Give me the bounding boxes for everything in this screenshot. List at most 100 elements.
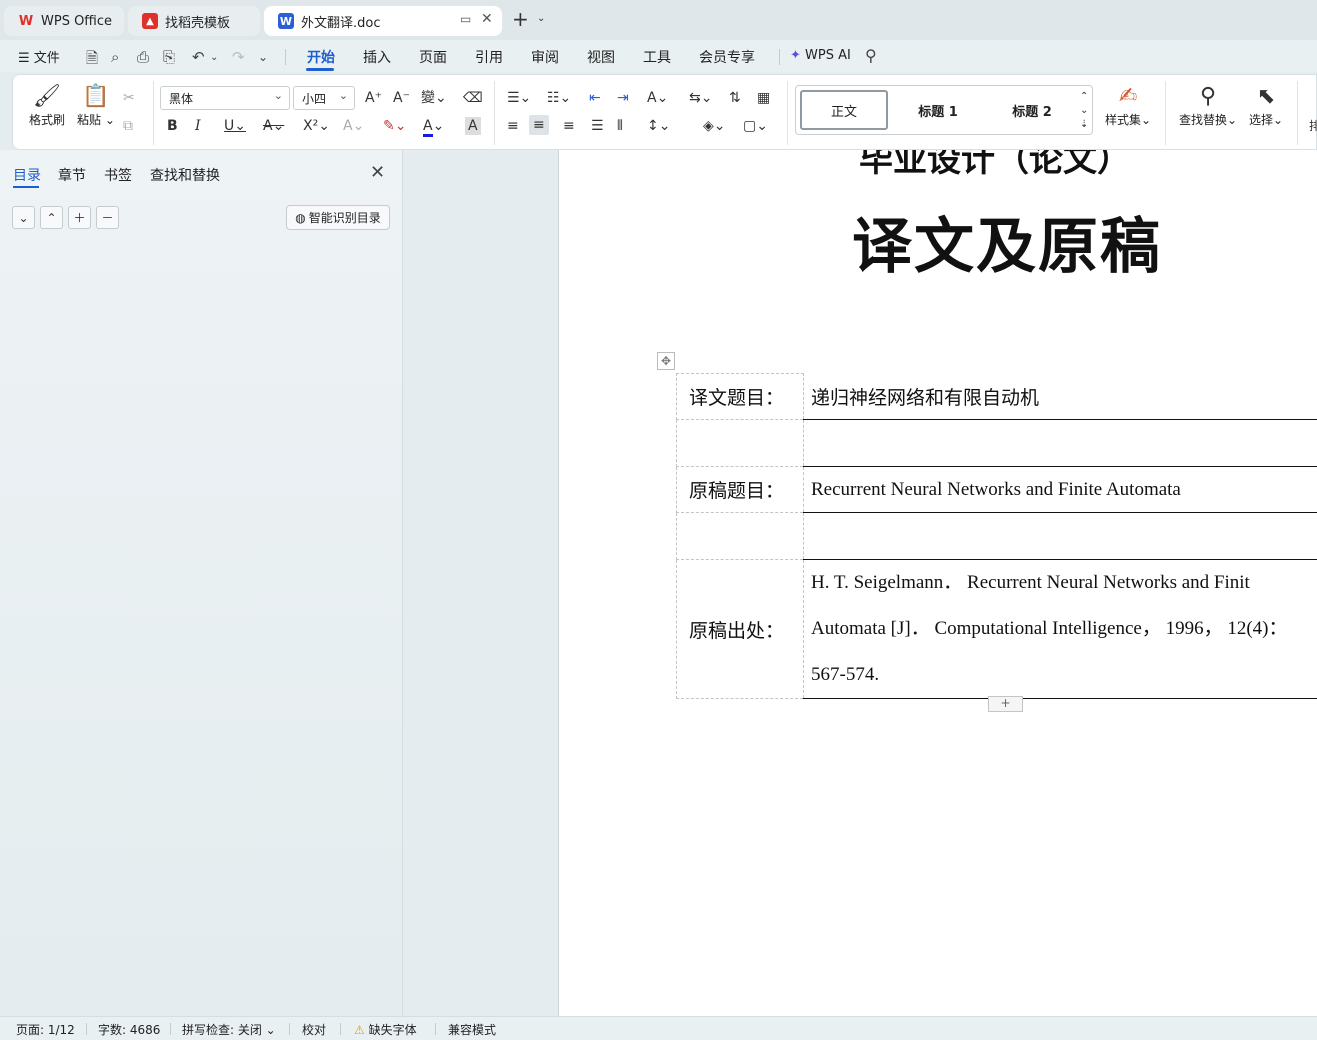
status-page[interactable]: 页面: 1/12 bbox=[16, 1021, 75, 1038]
table-value-cell[interactable]: H. T. Seigelmann． Recurrent Neural Netwo… bbox=[803, 559, 1317, 699]
show-marks-icon[interactable]: ▦ bbox=[757, 89, 770, 107]
menu-bar: ☰ 文件 🗎 ⌕ ⎙ ⎘ ↶ ⌄ ↷ ⌄ 开始 插入 页面 引用 审阅 视图 工… bbox=[0, 40, 1317, 72]
close-icon[interactable]: ✕ bbox=[370, 162, 385, 183]
redo-icon[interactable]: ↷ bbox=[232, 48, 245, 66]
strikethrough-icon[interactable]: A⌄ bbox=[263, 117, 284, 135]
cut-icon[interactable]: ✂ bbox=[123, 89, 135, 107]
status-word-count[interactable]: 字数: 4686 bbox=[98, 1021, 160, 1038]
add-row-button[interactable]: + bbox=[988, 696, 1023, 712]
nav-tab-sections[interactable]: 章节 bbox=[58, 165, 86, 185]
italic-icon[interactable]: I bbox=[195, 117, 201, 135]
collapse-down-button[interactable]: ⌄ bbox=[12, 206, 35, 229]
highlight-icon[interactable]: ✎⌄ bbox=[383, 117, 406, 135]
collapse-button[interactable]: － bbox=[96, 206, 119, 229]
table-label-cell[interactable]: 原稿题目： bbox=[676, 466, 804, 513]
collapse-up-button[interactable]: ⌃ bbox=[40, 206, 63, 229]
table-label-cell[interactable] bbox=[676, 419, 804, 467]
char-shading-icon[interactable]: A bbox=[465, 117, 481, 135]
print-preview-icon[interactable]: ⎘ bbox=[163, 48, 175, 66]
sort-az-icon[interactable]: ⇅ bbox=[729, 89, 741, 107]
smart-toc-button[interactable]: ◍ 智能识别目录 bbox=[286, 205, 390, 230]
font-color-icon[interactable]: A⌄ bbox=[423, 117, 444, 137]
table-value-cell[interactable] bbox=[803, 512, 1317, 560]
menu-view[interactable]: 视图 bbox=[587, 47, 615, 67]
find-replace-button[interactable]: ⚲ 查找替换⌄ bbox=[1179, 83, 1237, 128]
superscript-icon[interactable]: X²⌄ bbox=[303, 117, 330, 135]
table-label-cell[interactable]: 原稿出处： bbox=[676, 559, 804, 699]
phonetic-guide-icon[interactable]: 變⌄ bbox=[421, 89, 447, 107]
style-normal[interactable]: 正文 bbox=[800, 90, 888, 130]
borders-icon[interactable]: ▢⌄ bbox=[743, 117, 768, 135]
new-tab-icon[interactable]: + bbox=[512, 9, 529, 29]
table-value-cell[interactable]: 递归神经网络和有限自动机 bbox=[803, 373, 1317, 420]
style-heading2[interactable]: 标题 2 bbox=[988, 90, 1076, 130]
format-painter-button[interactable]: 🖌 格式刷 bbox=[29, 83, 65, 128]
search-icon[interactable]: ⚲ bbox=[865, 46, 877, 65]
tab-docer-templates[interactable]: ▲ 找稻壳模板 bbox=[128, 6, 260, 36]
paste-button[interactable]: 📋 粘贴 ⌄ bbox=[77, 83, 115, 128]
wps-ai-button[interactable]: ✦ WPS AI bbox=[790, 48, 851, 63]
numbered-list-icon[interactable]: ☷⌄ bbox=[547, 89, 571, 107]
font-size-select[interactable]: 小四 ⌄ bbox=[293, 86, 355, 110]
menu-home[interactable]: 开始 bbox=[307, 47, 335, 67]
underline-icon[interactable]: U⌄ bbox=[224, 117, 246, 135]
bullet-list-icon[interactable]: ☰⌄ bbox=[507, 89, 531, 107]
document-page[interactable]: 毕业设计（论文） 译文及原稿 ✥ 译文题目： 递归神经网络和有限自动机 原稿题目… bbox=[558, 150, 1317, 1016]
status-proofread[interactable]: 校对 bbox=[302, 1021, 326, 1038]
style-set-button[interactable]: ✍ 样式集⌄ bbox=[1105, 83, 1151, 128]
menu-page[interactable]: 页面 bbox=[419, 47, 447, 67]
menu-member[interactable]: 会员专享 bbox=[699, 47, 755, 67]
clear-format-icon[interactable]: ⌫ bbox=[463, 89, 483, 107]
line-spacing-icon[interactable]: ↕⌄ bbox=[647, 117, 670, 135]
chevron-down-icon[interactable]: ⌄ bbox=[537, 13, 545, 24]
nav-tab-bookmarks[interactable]: 书签 bbox=[104, 165, 132, 185]
increase-indent-icon[interactable]: ⇥ bbox=[617, 89, 629, 107]
text-effect-icon[interactable]: A⌄ bbox=[343, 117, 364, 135]
menu-references[interactable]: 引用 bbox=[475, 47, 503, 67]
undo-dropdown-icon[interactable]: ⌄ bbox=[210, 52, 218, 63]
print-icon[interactable]: ⎙ bbox=[137, 48, 149, 66]
expand-icon[interactable]: ⇣ bbox=[1080, 116, 1088, 134]
table-label-cell[interactable]: 译文题目： bbox=[676, 373, 804, 420]
more-chevron-icon[interactable]: ⌄ bbox=[258, 50, 268, 64]
divider bbox=[289, 1023, 290, 1035]
bold-icon[interactable]: B bbox=[167, 117, 178, 135]
menu-review[interactable]: 审阅 bbox=[531, 47, 559, 67]
pin-window-icon[interactable]: ▭ bbox=[460, 12, 471, 26]
decrease-indent-icon[interactable]: ⇤ bbox=[589, 89, 601, 107]
save-icon[interactable]: 🗎 bbox=[86, 48, 98, 73]
nav-tab-find-replace[interactable]: 查找和替换 bbox=[150, 165, 220, 185]
table-move-handle-icon[interactable]: ✥ bbox=[657, 352, 675, 370]
align-center-icon[interactable]: ≡ bbox=[529, 115, 549, 135]
tab-document[interactable]: W 外文翻译.doc ▭ ✕ bbox=[264, 6, 502, 36]
menu-insert[interactable]: 插入 bbox=[363, 47, 391, 67]
expand-button[interactable]: ＋ bbox=[68, 206, 91, 229]
tab-wps-office[interactable]: W WPS Office bbox=[4, 6, 124, 36]
status-spell-check[interactable]: 拼写检查: 关闭 ⌄ bbox=[182, 1021, 276, 1038]
paragraph-shading-icon[interactable]: ◈⌄ bbox=[703, 117, 726, 135]
copy-icon[interactable]: ⧉ bbox=[123, 117, 133, 135]
sort-icon[interactable]: ⇆⌄ bbox=[689, 89, 712, 107]
close-tab-icon[interactable]: ✕ bbox=[481, 11, 493, 27]
table-label-cell[interactable] bbox=[676, 512, 804, 560]
distribute-icon[interactable]: ⫴ bbox=[617, 117, 623, 135]
active-menu-indicator bbox=[306, 68, 334, 71]
menu-tools[interactable]: 工具 bbox=[643, 47, 671, 67]
font-family-select[interactable]: 黑体 ⌄ bbox=[160, 86, 290, 110]
table-value-cell[interactable]: Recurrent Neural Networks and Finite Aut… bbox=[803, 466, 1317, 513]
more-ribbon-label[interactable]: 排 bbox=[1309, 117, 1317, 135]
table-value-cell[interactable] bbox=[803, 419, 1317, 467]
grow-font-icon[interactable]: A⁺ bbox=[365, 89, 382, 107]
shrink-font-icon[interactable]: A⁻ bbox=[393, 89, 410, 107]
select-button[interactable]: ⬉ 选择⌄ bbox=[1249, 83, 1283, 128]
justify-icon[interactable]: ☰ bbox=[591, 117, 604, 135]
align-right-icon[interactable]: ≡ bbox=[563, 117, 575, 135]
status-missing-font[interactable]: ⚠ 缺失字体 bbox=[354, 1021, 417, 1038]
style-heading1[interactable]: 标题 1 bbox=[894, 90, 982, 130]
nav-tab-toc[interactable]: 目录 bbox=[13, 165, 41, 185]
undo-icon[interactable]: ↶ bbox=[192, 48, 205, 66]
file-menu[interactable]: ☰ 文件 bbox=[18, 47, 60, 66]
export-icon[interactable]: ⌕ bbox=[111, 48, 119, 66]
align-left-icon[interactable]: ≡ bbox=[507, 117, 519, 135]
text-direction-icon[interactable]: A⌄ bbox=[647, 89, 668, 107]
